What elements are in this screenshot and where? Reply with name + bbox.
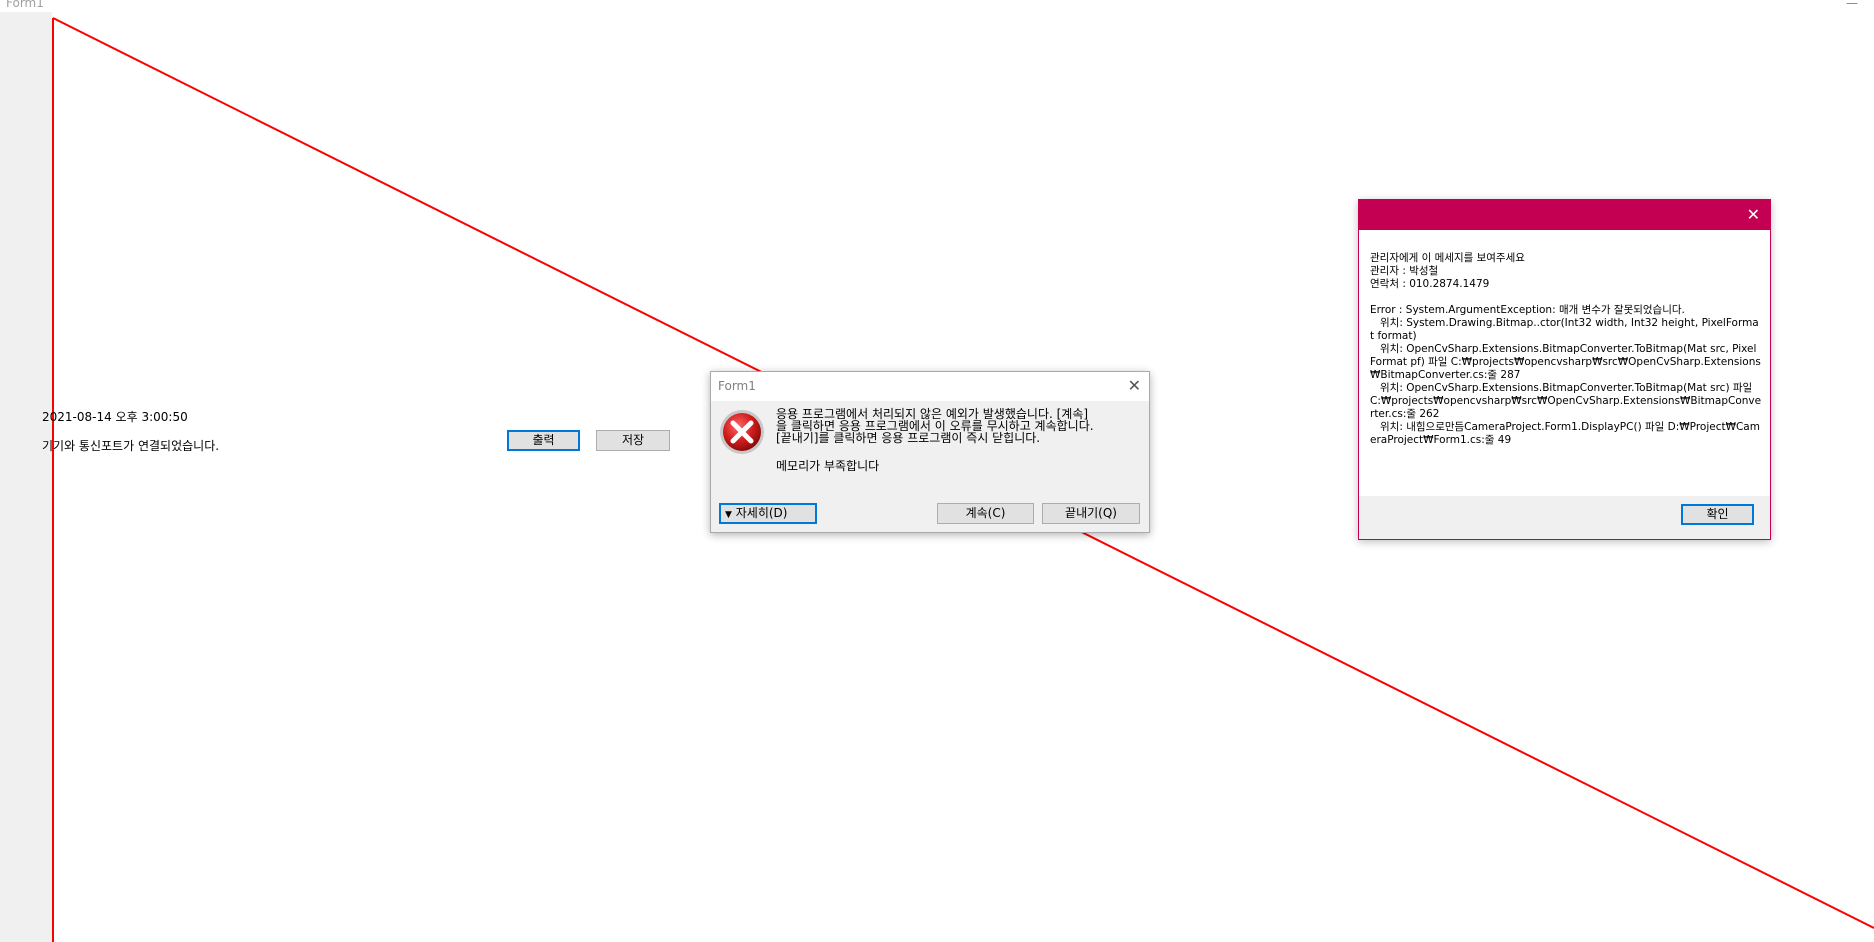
admin-text-line: Error : System.ArgumentException: 매개 변수가… bbox=[1370, 304, 1685, 316]
details-button-label: 자세히(D) bbox=[735, 506, 788, 520]
close-icon[interactable]: ✕ bbox=[1747, 205, 1760, 224]
main-window: Form1 — 2021-08-14 오후 3:00:50 기기와 통신포트가 … bbox=[0, 0, 1874, 942]
exception-detail: 메모리가 부족합니다 bbox=[776, 459, 880, 473]
ok-button[interactable]: 확인 bbox=[1681, 504, 1754, 525]
admin-dialog-footer: 확인 bbox=[1359, 496, 1770, 539]
close-icon[interactable]: ✕ bbox=[1128, 376, 1141, 395]
connection-status-label: 기기와 통신포트가 연결되었습니다. bbox=[42, 439, 220, 453]
quit-button[interactable]: 끝내기(Q) bbox=[1042, 503, 1140, 524]
admin-error-text: 관리자에게 이 메세지를 보여주세요 관리자 : 박성철 연락처 : 010.2… bbox=[1370, 252, 1762, 447]
timestamp-label: 2021-08-14 오후 3:00:50 bbox=[42, 410, 188, 424]
exception-message: 응용 프로그램에서 처리되지 않은 예외가 발생했습니다. [계속] 을 클릭하… bbox=[776, 408, 1136, 444]
exception-message-line: [끝내기]를 클릭하면 응용 프로그램이 즉시 닫힙니다. bbox=[776, 431, 1041, 445]
admin-error-dialog: ✕ 관리자에게 이 메세지를 보여주세요 관리자 : 박성철 연락처 : 010… bbox=[1358, 199, 1771, 540]
unhandled-exception-dialog: Form1 ✕ 응용 프로그램에서 처리되지 않은 예외가 발생했습니다. [계… bbox=[710, 371, 1150, 533]
exception-dialog-titlebar: Form1 ✕ bbox=[711, 372, 1149, 401]
details-button[interactable]: ▼ 자세히(D) bbox=[719, 503, 817, 524]
continue-button[interactable]: 계속(C) bbox=[937, 503, 1034, 524]
admin-text-line: 위치: 내힘으로만듬CameraProject.Form1.DisplayPC(… bbox=[1370, 421, 1760, 446]
exception-dialog-title: Form1 bbox=[718, 379, 756, 393]
error-icon bbox=[720, 410, 764, 454]
admin-text-line bbox=[1370, 291, 1762, 304]
admin-text-line: 연락처 : 010.2874.1479 bbox=[1370, 278, 1490, 290]
admin-text-line: 위치: OpenCvSharp.Extensions.BitmapConvert… bbox=[1370, 382, 1762, 420]
admin-text-line: 관리자에게 이 메세지를 보여주세요 bbox=[1370, 252, 1525, 264]
admin-text-line: 관리자 : 박성철 bbox=[1370, 265, 1439, 277]
chevron-down-icon: ▼ bbox=[725, 510, 732, 520]
admin-text-line: 위치: System.Drawing.Bitmap..ctor(Int32 wi… bbox=[1370, 317, 1759, 342]
save-button[interactable]: 저장 bbox=[596, 430, 670, 451]
admin-dialog-titlebar: ✕ bbox=[1359, 200, 1770, 230]
admin-text-line: 위치: OpenCvSharp.Extensions.BitmapConvert… bbox=[1370, 343, 1761, 381]
print-button[interactable]: 출력 bbox=[507, 430, 580, 451]
